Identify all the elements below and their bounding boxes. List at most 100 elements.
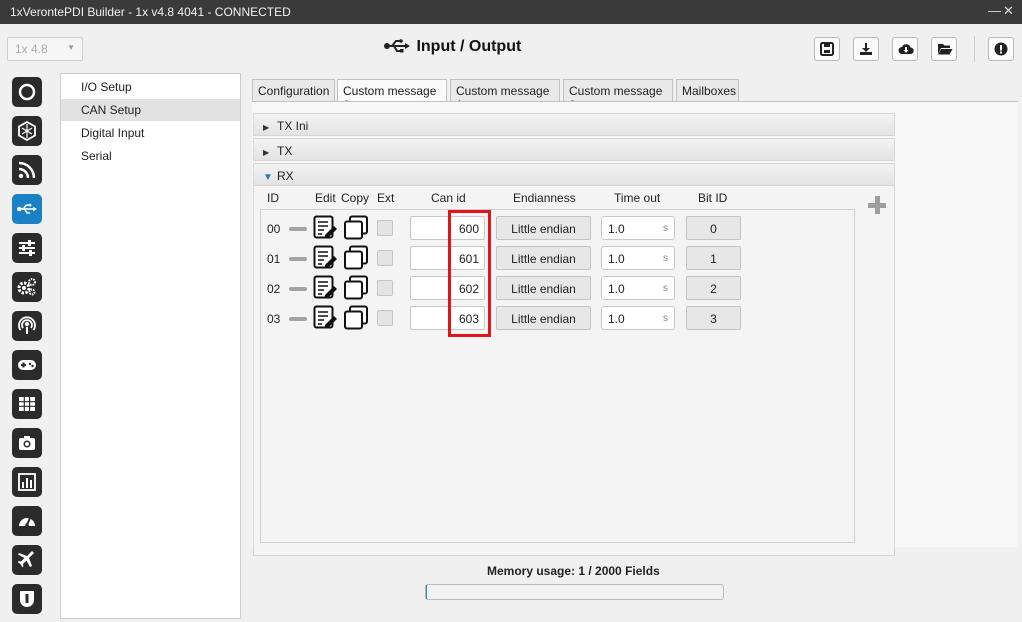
memory-usage-fill [426,585,428,599]
gamepad-icon [18,360,36,370]
close-button[interactable]: ✕ [1003,3,1014,19]
col-header-copy: Copy [341,191,370,205]
alert-button[interactable] [988,37,1014,61]
timeout-input[interactable]: 1.0 s [601,246,675,270]
edit-icon[interactable] [313,305,339,334]
nav-item-digital-input[interactable]: Digital Input [61,122,240,144]
download-button[interactable] [853,37,879,61]
endianness-button[interactable]: Little endian [496,276,591,300]
endianness-button[interactable]: Little endian [496,306,591,330]
remove-row-icon[interactable] [289,287,307,291]
copy-icon[interactable] [343,275,369,304]
col-header-edit: Edit [315,191,336,205]
memory-usage-label: Memory usage: 1 / 2000 Fields [487,564,660,578]
shield-icon [20,591,34,607]
bar-chart-icon [18,473,36,491]
minimize-button[interactable]: — [988,3,1001,18]
add-row-button[interactable] [866,194,888,216]
col-header-bit-id: Bit ID [698,191,728,205]
timeout-input[interactable]: 1.0 s [601,216,675,240]
cloud-download-icon [898,44,914,54]
col-header-time-out: Time out [614,191,661,205]
sidebar-gauge[interactable] [12,506,42,536]
section-rx[interactable]: ▼ RX [253,163,895,186]
copy-icon[interactable] [343,245,369,274]
version-select[interactable]: 1x 4.8 ▼ [7,37,83,61]
camera-icon [19,436,35,450]
tab-custom-message-2[interactable]: Custom message 2 [563,79,673,112]
download-icon [860,43,872,55]
tab-custom-message-0[interactable]: Custom message 0 [337,79,447,112]
bit-id-button[interactable]: 1 [686,246,741,270]
grid-icon [19,397,35,411]
podcast-icon [18,316,36,334]
col-header-ext: Ext [377,191,395,205]
hexagon-icon [18,121,36,141]
sidebar-hexagon[interactable] [12,116,42,146]
edit-icon[interactable] [313,215,339,244]
bit-id-button[interactable]: 3 [686,306,741,330]
endianness-button[interactable]: Little endian [496,216,591,240]
sidebar-plane[interactable] [12,545,42,575]
sidebar-sliders[interactable] [12,233,42,263]
power-icon [18,83,36,101]
remove-row-icon[interactable] [289,227,307,231]
sidebar-gamepad[interactable] [12,350,42,380]
ext-checkbox[interactable] [377,250,393,266]
caret-right-icon: ▶ [263,123,270,132]
window-titlebar: 1xVerontePDI Builder - 1x v4.8 4041 - CO… [0,0,1022,24]
rss-icon [18,161,36,179]
can-id-highlight-box [448,210,491,337]
edit-icon[interactable] [313,245,339,274]
sidebar-camera[interactable] [12,428,42,458]
caret-down-icon: ▼ [263,172,273,183]
tab-custom-message-1[interactable]: Custom message 1 [450,79,560,112]
sidebar-gears[interactable] [12,272,42,302]
open-folder-button[interactable] [931,37,957,61]
row-id: 01 [267,252,281,266]
ext-checkbox[interactable] [377,220,393,236]
left-nav-panel: I/O Setup CAN Setup Digital Input Serial [60,73,241,619]
alert-icon [994,42,1008,56]
ext-checkbox[interactable] [377,280,393,296]
remove-row-icon[interactable] [289,257,307,261]
col-header-id: ID [267,191,279,205]
sidebar-power[interactable] [12,77,42,107]
copy-icon[interactable] [343,305,369,334]
sidebar-shield[interactable] [12,584,42,614]
timeout-unit: s [663,253,668,264]
section-rx-label: RX [277,169,294,183]
sidebar-input-output[interactable] [12,194,42,224]
sidebar-rss[interactable] [12,155,42,185]
sidebar-chart[interactable] [12,467,42,497]
col-header-endianness: Endianness [513,191,576,205]
nav-item-can-setup[interactable]: CAN Setup [61,99,240,121]
timeout-unit: s [663,283,668,294]
tab-configuration[interactable]: Configuration [252,79,335,101]
sidebar-grid[interactable] [12,389,42,419]
timeout-input[interactable]: 1.0 s [601,306,675,330]
sidebar-podcast[interactable] [12,311,42,341]
section-tx[interactable]: ▶ TX [253,138,895,161]
timeout-value: 1.0 [608,222,625,236]
nav-item-io-setup[interactable]: I/O Setup [61,76,240,98]
copy-icon[interactable] [343,215,369,244]
ext-checkbox[interactable] [377,310,393,326]
section-tx-ini[interactable]: ▶ TX Ini [253,113,895,136]
edit-icon[interactable] [313,275,339,304]
save-button[interactable] [814,37,840,61]
timeout-value: 1.0 [608,312,625,326]
tab-mailboxes[interactable]: Mailboxes [676,79,739,101]
col-header-can-id: Can id [431,191,466,205]
sidebar [0,72,55,622]
row-id: 02 [267,282,281,296]
save-icon [820,42,834,56]
cloud-download-button[interactable] [892,37,918,61]
bit-id-button[interactable]: 2 [686,276,741,300]
window-title: 1xVerontePDI Builder - 1x v4.8 4041 - CO… [10,5,291,19]
bit-id-button[interactable]: 0 [686,216,741,240]
endianness-button[interactable]: Little endian [496,246,591,270]
timeout-input[interactable]: 1.0 s [601,276,675,300]
nav-item-serial[interactable]: Serial [61,145,240,167]
remove-row-icon[interactable] [289,317,307,321]
